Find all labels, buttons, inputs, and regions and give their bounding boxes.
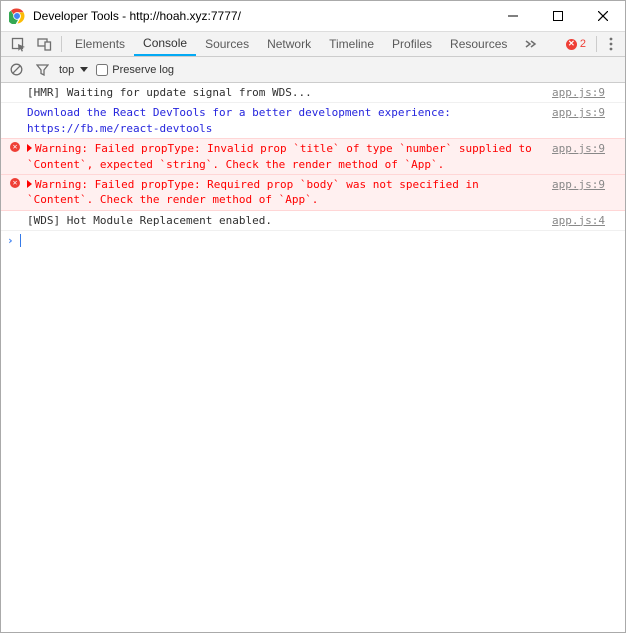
source-link[interactable]: app.js:9 (544, 105, 605, 136)
minimize-button[interactable] (490, 1, 535, 31)
clear-console-icon[interactable] (7, 59, 25, 81)
device-mode-icon[interactable] (31, 33, 57, 55)
separator (596, 36, 597, 52)
source-link[interactable]: app.js:9 (544, 141, 605, 172)
source-link[interactable]: app.js:4 (544, 213, 605, 228)
panel-tabs: Elements Console Sources Network Timelin… (66, 32, 566, 56)
inspect-element-icon[interactable] (5, 33, 31, 55)
separator (61, 36, 62, 52)
source-link[interactable]: app.js:9 (544, 177, 605, 208)
console-output: [HMR] Waiting for update signal from WDS… (1, 83, 625, 632)
tab-profiles[interactable]: Profiles (383, 32, 441, 56)
tab-timeline[interactable]: Timeline (320, 32, 383, 56)
tab-elements[interactable]: Elements (66, 32, 134, 56)
row-gutter (5, 213, 25, 228)
chrome-icon (9, 8, 25, 24)
preserve-log-checkbox[interactable]: Preserve log (96, 64, 174, 76)
tab-overflow[interactable] (516, 32, 546, 56)
row-gutter (5, 105, 25, 136)
source-link[interactable]: app.js:9 (544, 85, 605, 100)
maximize-button[interactable] (535, 1, 580, 31)
tab-network[interactable]: Network (258, 32, 320, 56)
console-message[interactable]: Warning: Failed propType: Invalid prop `… (25, 141, 544, 172)
tab-resources[interactable]: Resources (441, 32, 516, 56)
tab-console[interactable]: Console (134, 32, 196, 56)
console-toolbar: top Preserve log (1, 57, 625, 83)
row-gutter: ✕ (5, 141, 25, 172)
console-row-info: Download the React DevTools for a better… (1, 103, 625, 139)
console-message[interactable]: [HMR] Waiting for update signal from WDS… (25, 85, 544, 100)
devtools-menu-button[interactable] (601, 37, 621, 51)
close-button[interactable] (580, 1, 625, 31)
context-selector[interactable]: top (59, 64, 88, 76)
console-row-log: [HMR] Waiting for update signal from WDS… (1, 83, 625, 103)
console-row-error: ✕ Warning: Failed propType: Invalid prop … (1, 138, 625, 175)
error-icon: ✕ (10, 142, 20, 152)
preserve-log-input[interactable] (96, 64, 108, 76)
error-icon: ✕ (10, 178, 20, 188)
prompt-chevron-icon: › (7, 234, 14, 247)
row-gutter (5, 85, 25, 100)
window-title: Developer Tools - http://hoah.xyz:7777/ (33, 9, 490, 23)
error-counter[interactable]: ✕ 2 (566, 38, 586, 50)
console-message[interactable]: Warning: Failed propType: Required prop … (25, 177, 544, 208)
error-badge-icon: ✕ (566, 39, 577, 50)
window-controls (490, 1, 625, 31)
window-titlebar: Developer Tools - http://hoah.xyz:7777/ (1, 1, 625, 31)
chevron-down-icon (80, 67, 88, 73)
preserve-log-label: Preserve log (112, 64, 174, 76)
context-label: top (59, 64, 74, 76)
error-count-value: 2 (580, 38, 586, 50)
expand-triangle-icon[interactable] (27, 180, 32, 188)
console-row-log: [WDS] Hot Module Replacement enabled.app… (1, 211, 625, 231)
filter-icon[interactable] (33, 59, 51, 81)
console-prompt[interactable]: › (1, 231, 625, 250)
console-input[interactable] (21, 234, 619, 247)
row-gutter: ✕ (5, 177, 25, 208)
expand-triangle-icon[interactable] (27, 144, 32, 152)
console-message[interactable]: Download the React DevTools for a better… (25, 105, 544, 136)
devtools-tabstrip: Elements Console Sources Network Timelin… (1, 31, 625, 57)
console-row-error: ✕ Warning: Failed propType: Required prop… (1, 174, 625, 211)
console-message[interactable]: [WDS] Hot Module Replacement enabled. (25, 213, 544, 228)
tab-sources[interactable]: Sources (196, 32, 258, 56)
